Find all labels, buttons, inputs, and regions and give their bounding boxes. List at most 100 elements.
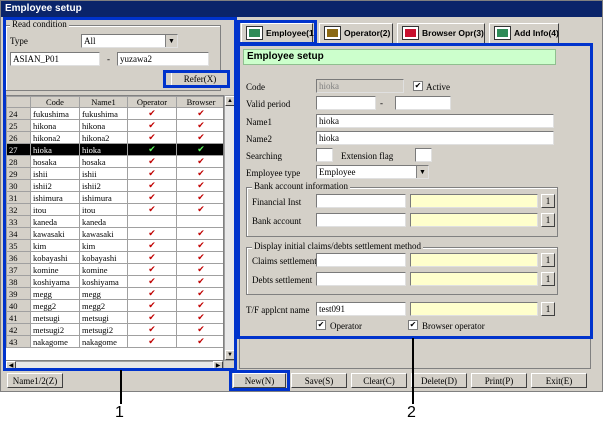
debts-settlement-code-input[interactable] xyxy=(316,272,406,286)
tf-applicant-lookup-button[interactable]: 1 xyxy=(541,302,555,316)
table-row[interactable]: 25 hikona hikona ✔ ✔ xyxy=(6,119,223,132)
table-row[interactable]: 37 komine komine ✔ ✔ xyxy=(6,263,223,276)
claims-settlement-lookup-button[interactable]: 1 xyxy=(541,253,555,267)
row-number: 39 xyxy=(6,287,31,300)
new-button[interactable]: New(N) xyxy=(233,373,286,388)
operator-checkbox-label: Operator xyxy=(330,321,362,331)
table-row[interactable]: 27 hioka hioka ✔ ✔ xyxy=(6,143,223,156)
table-row[interactable]: 31 ishimura ishimura ✔ ✔ xyxy=(6,191,223,204)
row-name1: kobayashi xyxy=(79,251,128,264)
tab-add-info[interactable]: Add Info(4) xyxy=(489,23,559,43)
table-row[interactable]: 29 ishii ishii ✔ ✔ xyxy=(6,167,223,180)
col-header-operator[interactable]: Operator xyxy=(127,96,177,108)
debts-settlement-name-field xyxy=(410,272,538,286)
bank-account-code-input[interactable] xyxy=(316,213,406,227)
table-row[interactable]: 42 metsugi2 metsugi2 ✔ ✔ xyxy=(6,323,223,336)
browser-operator-label: Browser operator xyxy=(422,321,485,331)
row-browser-check: ✔ xyxy=(176,239,223,252)
from-code-input[interactable]: ASIAN_P01 xyxy=(10,52,100,66)
callout-2: 2 xyxy=(407,404,416,421)
table-row[interactable]: 35 kim kim ✔ ✔ xyxy=(6,239,223,252)
bank-account-lookup-button[interactable]: 1 xyxy=(541,213,555,227)
window-title: Employee setup xyxy=(1,1,602,17)
table-vertical-scrollbar[interactable]: ▲ ▼ xyxy=(224,95,235,361)
code-input[interactable]: hioka xyxy=(316,79,404,93)
row-name1: megg2 xyxy=(79,299,128,312)
extension-flag-input[interactable] xyxy=(415,148,432,162)
type-select[interactable]: All ▼ xyxy=(81,34,178,48)
table-row[interactable]: 36 kobayashi kobayashi ✔ ✔ xyxy=(6,251,223,264)
table-row[interactable]: 26 hikona2 hikona2 ✔ ✔ xyxy=(6,131,223,144)
chevron-down-icon[interactable]: ▼ xyxy=(416,166,428,178)
valid-from-input[interactable] xyxy=(316,96,376,110)
col-header-code[interactable]: Code xyxy=(30,96,80,108)
tf-applicant-input[interactable]: test091 xyxy=(316,302,406,316)
clear-button[interactable]: Clear(C) xyxy=(351,373,407,388)
table-row[interactable]: 39 megg megg ✔ ✔ xyxy=(6,287,223,300)
refer-button[interactable]: Refer(X) xyxy=(171,72,229,86)
valid-to-input[interactable] xyxy=(395,96,451,110)
row-browser-check: ✔ xyxy=(176,263,223,276)
operator-checkbox[interactable]: ✔ xyxy=(316,320,326,330)
claims-settlement-label: Claims settlement xyxy=(252,256,317,266)
print-button[interactable]: Print(P) xyxy=(471,373,527,388)
row-number: 29 xyxy=(6,167,31,180)
table-row[interactable]: 41 metsugi metsugi ✔ ✔ xyxy=(6,311,223,324)
scroll-left-icon[interactable]: ◀ xyxy=(6,361,16,371)
table-row[interactable]: 28 hosaka hosaka ✔ ✔ xyxy=(6,155,223,168)
save-button[interactable]: Save(S) xyxy=(291,373,347,388)
tab-operator[interactable]: Operator(2) xyxy=(319,23,393,43)
col-header-browser[interactable]: Browser xyxy=(176,96,223,108)
row-browser-check: ✔ xyxy=(176,107,223,120)
delete-button[interactable]: Delete(D) xyxy=(411,373,467,388)
claims-settlement-code-input[interactable] xyxy=(316,253,406,267)
col-header-name1[interactable]: Name1 xyxy=(79,96,128,108)
callout-2-line xyxy=(412,338,414,404)
row-code: hikona2 xyxy=(30,131,80,144)
row-browser-check: ✔ xyxy=(176,179,223,192)
scroll-right-icon[interactable]: ▶ xyxy=(213,361,223,371)
debts-settlement-lookup-button[interactable]: 1 xyxy=(541,272,555,286)
row-browser-check: ✔ xyxy=(176,227,223,240)
financial-inst-lookup-button[interactable]: 1 xyxy=(541,194,555,208)
row-operator-check: ✔ xyxy=(127,299,177,312)
table-row[interactable]: 43 nakagome nakagome ✔ ✔ xyxy=(6,335,223,348)
row-code: hosaka xyxy=(30,155,80,168)
row-code: ishii2 xyxy=(30,179,80,192)
browser-operator-checkbox[interactable]: ✔ xyxy=(408,320,418,330)
table-row[interactable]: 33 kaneda kaneda xyxy=(6,215,223,228)
tab-employee[interactable]: Employee(1) xyxy=(241,23,317,43)
to-code-input[interactable]: yuzawa2 xyxy=(117,52,209,66)
row-number: 41 xyxy=(6,311,31,324)
table-row[interactable]: 24 fukushima fukushima ✔ ✔ xyxy=(6,107,223,120)
name2-input[interactable]: hioka xyxy=(316,131,554,145)
financial-inst-code-input[interactable] xyxy=(316,194,406,208)
name12-button[interactable]: Name1/2(Z) xyxy=(7,373,63,388)
searching-input[interactable] xyxy=(316,148,333,162)
row-operator-check: ✔ xyxy=(127,179,177,192)
row-number: 32 xyxy=(6,203,31,216)
exit-button[interactable]: Exit(E) xyxy=(531,373,587,388)
tab-browser-opr[interactable]: Browser Opr(3) xyxy=(397,23,485,43)
row-name1: metsugi2 xyxy=(79,323,128,336)
scroll-up-icon[interactable]: ▲ xyxy=(225,96,235,106)
chevron-down-icon[interactable]: ▼ xyxy=(165,35,177,47)
row-browser-check: ✔ xyxy=(176,167,223,180)
scroll-down-icon[interactable]: ▼ xyxy=(225,350,235,360)
row-name1: kaneda xyxy=(79,215,128,228)
table-row[interactable]: 32 itou itou ✔ ✔ xyxy=(6,203,223,216)
window-icon xyxy=(402,26,419,40)
type-select-value: All xyxy=(84,36,96,46)
active-checkbox[interactable]: ✔ xyxy=(413,81,423,91)
row-operator-check: ✔ xyxy=(127,107,177,120)
table-row[interactable]: 34 kawasaki kawasaki ✔ ✔ xyxy=(6,227,223,240)
table-row[interactable]: 30 ishii2 ishii2 ✔ ✔ xyxy=(6,179,223,192)
row-code: ishii xyxy=(30,167,80,180)
row-name1: ishii xyxy=(79,167,128,180)
employee-type-select[interactable]: Employee ▼ xyxy=(316,165,429,179)
name1-input[interactable]: hioka xyxy=(316,114,554,128)
table-row[interactable]: 38 koshiyama koshiyama ✔ ✔ xyxy=(6,275,223,288)
row-operator-check: ✔ xyxy=(127,287,177,300)
table-horizontal-scrollbar[interactable]: ◀ ▶ xyxy=(5,361,224,371)
table-row[interactable]: 40 megg2 megg2 ✔ ✔ xyxy=(6,299,223,312)
